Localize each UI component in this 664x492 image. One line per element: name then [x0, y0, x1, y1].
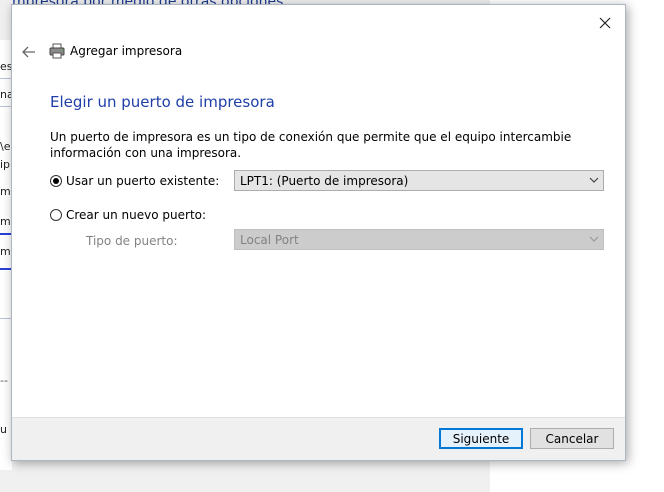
printer-icon — [49, 43, 65, 59]
background-dash: -- — [0, 374, 8, 387]
cancel-button[interactable]: Cancelar — [530, 428, 614, 449]
dialog-title: Agregar impresora — [70, 44, 183, 58]
port-type-label: Tipo de puerto: — [86, 234, 178, 248]
dialog-nav-bar: Agregar impresora — [12, 41, 625, 63]
port-type-select: Local Port — [234, 229, 604, 250]
back-arrow-icon — [22, 46, 35, 58]
close-icon — [599, 17, 611, 29]
chevron-down-icon — [585, 175, 603, 186]
background-text-fragment: m — [0, 215, 11, 228]
use-existing-port-option[interactable]: Usar un puerto existente: — [50, 174, 219, 188]
back-button[interactable] — [18, 41, 40, 63]
port-type-value: Local Port — [240, 232, 299, 247]
existing-port-select[interactable]: LPT1: (Puerto de impresora) — [234, 170, 604, 191]
background-text-fragment: u — [0, 423, 7, 436]
use-existing-port-label: Usar un puerto existente: — [66, 174, 220, 188]
next-button[interactable]: Siguiente — [439, 428, 523, 449]
dialog-footer: Siguiente Cancelar — [12, 417, 625, 460]
chevron-down-icon — [585, 234, 603, 245]
use-existing-port-radio[interactable] — [50, 175, 62, 187]
background-text-fragment: m — [0, 185, 11, 198]
page-description: Un puerto de impresora es un tipo de con… — [50, 130, 572, 160]
close-button[interactable] — [593, 11, 617, 35]
create-new-port-option[interactable]: Crear un nuevo puerto: — [50, 208, 206, 222]
create-new-port-radio[interactable] — [50, 209, 62, 221]
existing-port-value: LPT1: (Puerto de impresora) — [240, 173, 409, 188]
add-printer-dialog: Agregar impresora Elegir un puerto de im… — [11, 4, 626, 461]
background-text-fragment: m — [0, 245, 11, 258]
background-text-fragment: \e — [0, 140, 11, 153]
background-text-fragment: ip — [0, 158, 11, 171]
create-new-port-label: Crear un nuevo puerto: — [66, 208, 207, 222]
page-heading: Elegir un puerto de impresora — [50, 93, 275, 111]
